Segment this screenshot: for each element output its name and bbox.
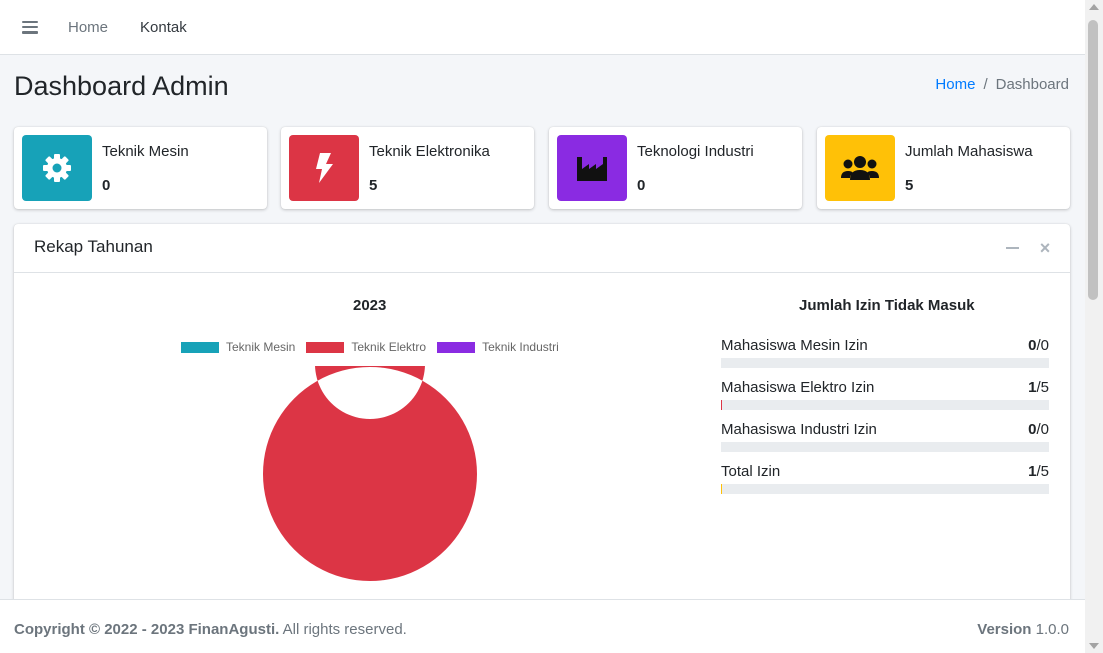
industry-icon: [557, 135, 627, 201]
nav-link-kontak[interactable]: Kontak: [140, 19, 187, 36]
footer-rights: All rights reserved.: [279, 621, 407, 638]
legend-label: Teknik Elektro: [351, 340, 427, 354]
footer-copyright: Copyright © 2022 - 2023 FinanAgusti.: [14, 621, 280, 638]
info-box-teknik-elektronika: Teknik Elektronika 5: [281, 127, 534, 209]
progress-bar: [721, 484, 1049, 494]
progress-fill: [721, 400, 723, 410]
rekap-tahunan-card: Rekap Tahunan × 2023 Teknik Mesin Teknik …: [14, 224, 1070, 624]
scroll-down-arrow-icon[interactable]: [1089, 643, 1099, 649]
card-title: Rekap Tahunan: [34, 237, 153, 256]
page-footer: Copyright © 2022 - 2023 FinanAgusti. All…: [0, 599, 1085, 653]
info-box-label: Teknik Elektronika: [369, 143, 490, 160]
nav-link-home[interactable]: Home: [68, 19, 108, 36]
legend-item[interactable]: Teknik Industri: [437, 340, 559, 354]
users-icon: [825, 135, 895, 201]
info-box-value: 0: [102, 177, 111, 194]
legend-label: Teknik Mesin: [226, 340, 296, 354]
progress-title: Jumlah Izin Tidak Masuk: [799, 297, 975, 314]
footer-version-label: Version: [977, 621, 1032, 638]
progress-bar: [721, 442, 1049, 452]
progress-label: Mahasiswa Mesin Izin: [721, 337, 868, 354]
breadcrumb-active: Dashboard: [995, 76, 1069, 93]
progress-item: Mahasiswa Mesin Izin 0/0: [721, 337, 1049, 368]
bolt-icon: [289, 135, 359, 201]
close-icon[interactable]: ×: [1038, 239, 1052, 257]
info-box-teknologi-industri: Teknologi Industri 0: [549, 127, 802, 209]
info-box-teknik-mesin: Teknik Mesin 0: [14, 127, 267, 209]
page-title: Dashboard Admin: [14, 71, 229, 101]
info-box-label: Teknik Mesin: [102, 143, 189, 160]
progress-total: /5: [1036, 379, 1049, 396]
progress-label: Total Izin: [721, 463, 781, 480]
legend-swatch: [181, 341, 219, 353]
progress-total: /0: [1036, 421, 1049, 438]
info-box-value: 5: [369, 177, 378, 194]
legend-swatch: [306, 341, 345, 353]
progress-label: Mahasiswa Industri Izin: [721, 421, 877, 438]
progress-label: Mahasiswa Elektro Izin: [721, 379, 875, 396]
info-box-value: 0: [637, 177, 646, 194]
scroll-up-arrow-icon[interactable]: [1089, 4, 1099, 10]
scrollbar-thumb[interactable]: [1088, 20, 1098, 300]
footer-version-value: 1.0.0: [1031, 621, 1069, 638]
info-box-value: 5: [905, 177, 914, 194]
legend-swatch: [437, 341, 476, 353]
donut-chart: [263, 366, 477, 581]
menu-toggle-icon[interactable]: [22, 20, 38, 34]
progress-total: /5: [1036, 463, 1049, 480]
progress-fill: [721, 484, 723, 494]
progress-bar: [721, 358, 1049, 368]
gear-icon: [22, 135, 92, 201]
breadcrumb-separator: /: [983, 76, 988, 93]
top-navbar: Home Kontak: [0, 0, 1085, 55]
card-header: Rekap Tahunan ×: [14, 224, 1070, 273]
chart-title: 2023: [353, 297, 387, 314]
scrollbar[interactable]: [1085, 0, 1103, 653]
info-box-jumlah-mahasiswa: Jumlah Mahasiswa 5: [817, 127, 1070, 209]
progress-total: /0: [1036, 337, 1049, 354]
legend-item[interactable]: Teknik Elektro: [306, 340, 426, 354]
chart-legend: Teknik Mesin Teknik Elektro Teknik Industr…: [181, 340, 570, 354]
info-box-label: Jumlah Mahasiswa: [905, 143, 1033, 160]
legend-item[interactable]: Teknik Mesin: [181, 340, 295, 354]
progress-bar: [721, 400, 1049, 410]
progress-item: Mahasiswa Industri Izin 0/0: [721, 421, 1049, 452]
progress-item: Mahasiswa Elektro Izin 1/5: [721, 379, 1049, 410]
breadcrumb: Home / Dashboard: [935, 76, 1069, 93]
legend-label: Teknik Industri: [482, 340, 559, 354]
collapse-icon[interactable]: [1006, 241, 1020, 255]
info-box-label: Teknologi Industri: [637, 143, 754, 160]
breadcrumb-home-link[interactable]: Home: [935, 76, 975, 93]
progress-item: Total Izin 1/5: [721, 463, 1049, 494]
